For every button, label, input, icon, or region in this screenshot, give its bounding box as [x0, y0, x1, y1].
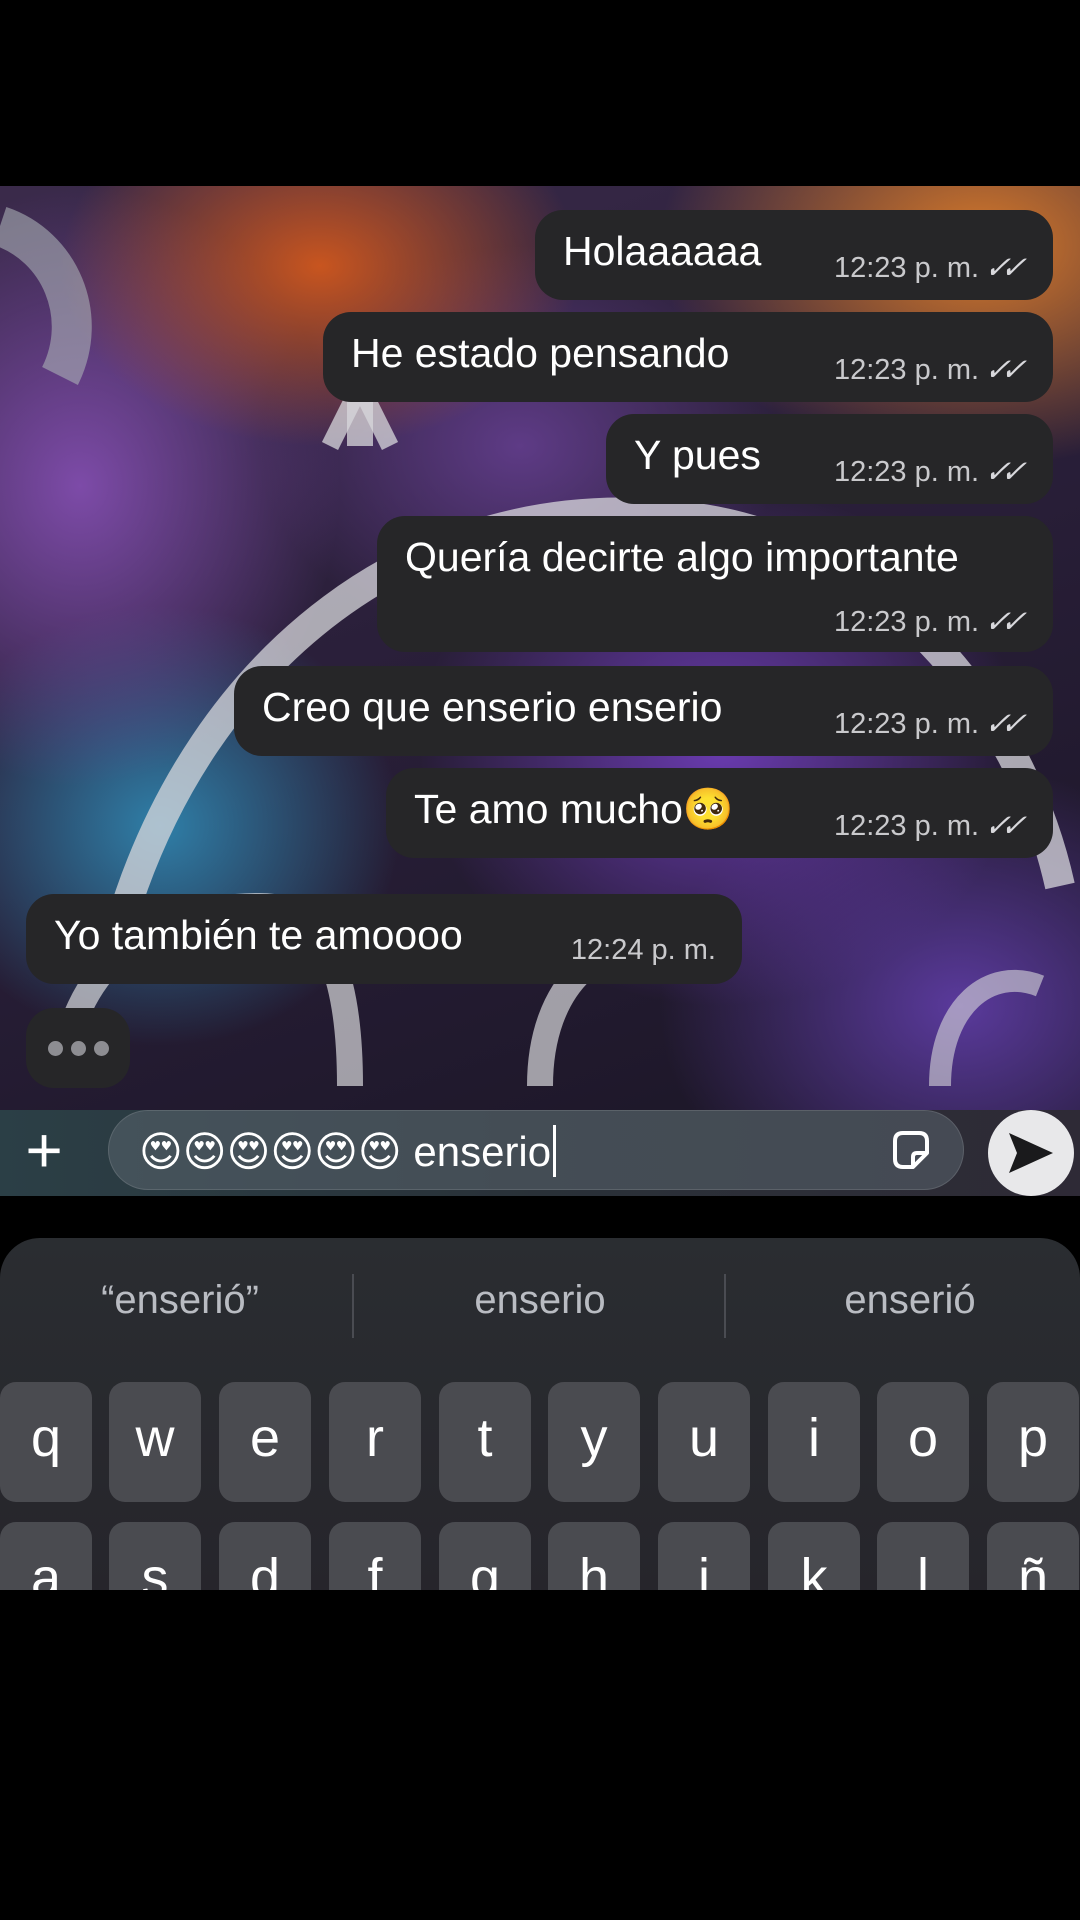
read-receipt-icon: ✓✓: [981, 604, 1025, 639]
composer-bar: + 😍😍😍😍😍😍 enserio: [0, 1110, 1080, 1196]
text-caret: [553, 1125, 557, 1177]
read-receipt-icon: ✓✓: [981, 352, 1025, 387]
suggestion-3[interactable]: enserió: [730, 1278, 1080, 1323]
read-receipt-icon: ✓✓: [981, 250, 1025, 285]
key-r[interactable]: r: [329, 1382, 421, 1502]
key-l[interactable]: l: [877, 1522, 969, 1590]
key-j[interactable]: j: [658, 1522, 750, 1590]
key-k[interactable]: k: [768, 1522, 860, 1590]
outgoing-message[interactable]: Holaaaaaa 12:23 p. m. ✓✓: [535, 210, 1053, 300]
message-text: Quería decirte algo importante: [405, 534, 959, 580]
keyboard: “enserió” enserio enserió q w e r t y u …: [0, 1238, 1080, 1590]
key-t[interactable]: t: [439, 1382, 531, 1502]
message-time: 12:23 p. m.: [833, 353, 980, 386]
message-time: 12:23 p. m.: [833, 707, 980, 740]
message-input-text: 😍😍😍😍😍😍 enserio: [139, 1127, 552, 1175]
message-time: 12:23 p. m.: [833, 605, 980, 638]
key-p[interactable]: p: [987, 1382, 1079, 1502]
outgoing-message[interactable]: Y pues 12:23 p. m. ✓✓: [606, 414, 1053, 504]
key-e[interactable]: e: [219, 1382, 311, 1502]
key-s[interactable]: s: [109, 1522, 201, 1590]
message-text: Yo también te amoooo: [54, 912, 463, 958]
key-o[interactable]: o: [877, 1382, 969, 1502]
typing-dot: [93, 1040, 109, 1056]
key-h[interactable]: h: [548, 1522, 640, 1590]
key-w[interactable]: w: [109, 1382, 201, 1502]
read-receipt-icon: ✓✓: [981, 706, 1025, 741]
typing-dot: [47, 1040, 63, 1056]
message-text: Te amo mucho🥺: [414, 786, 734, 832]
key-d[interactable]: d: [219, 1522, 311, 1590]
send-arrow-icon: [1009, 1133, 1053, 1173]
key-q[interactable]: q: [0, 1382, 92, 1502]
key-y[interactable]: y: [548, 1382, 640, 1502]
read-receipt-icon: ✓✓: [981, 808, 1025, 843]
typing-indicator: [26, 1008, 130, 1088]
outgoing-message[interactable]: Quería decirte algo importante 12:23 p. …: [377, 516, 1053, 652]
message-time: 12:24 p. m.: [570, 934, 716, 966]
message-input[interactable]: 😍😍😍😍😍😍 enserio: [108, 1110, 964, 1190]
message-time: 12:23 p. m.: [833, 455, 980, 488]
outgoing-message[interactable]: Te amo mucho🥺 12:23 p. m. ✓✓: [386, 768, 1053, 858]
message-text: Y pues: [634, 432, 761, 478]
suggestion-divider: [352, 1274, 354, 1338]
suggestion-divider: [724, 1274, 726, 1338]
key-f[interactable]: f: [329, 1522, 421, 1590]
message-text: Creo que enserio enserio: [262, 684, 723, 730]
message-time: 12:23 p. m.: [833, 251, 980, 284]
send-button[interactable]: [988, 1110, 1074, 1196]
incoming-message[interactable]: Yo también te amoooo 12:24 p. m.: [26, 894, 742, 984]
key-u[interactable]: u: [658, 1382, 750, 1502]
key-n-tilde[interactable]: ñ: [987, 1522, 1079, 1590]
key-i[interactable]: i: [768, 1382, 860, 1502]
outgoing-message[interactable]: He estado pensando 12:23 p. m. ✓✓: [323, 312, 1053, 402]
message-text: He estado pensando: [351, 330, 730, 376]
outgoing-message[interactable]: Creo que enserio enserio 12:23 p. m. ✓✓: [234, 666, 1053, 756]
typing-dot: [70, 1040, 86, 1056]
sticker-icon[interactable]: [887, 1127, 935, 1175]
message-text: Holaaaaaa: [563, 228, 762, 274]
message-time: 12:23 p. m.: [833, 809, 980, 842]
key-a[interactable]: a: [0, 1522, 92, 1590]
chat-screen: Holaaaaaa 12:23 p. m. ✓✓ He estado pensan…: [0, 186, 1080, 1590]
suggestion-1[interactable]: “enserió”: [0, 1278, 360, 1323]
attach-plus-button[interactable]: +: [14, 1118, 74, 1182]
suggestion-2[interactable]: enserio: [360, 1278, 720, 1323]
key-g[interactable]: g: [439, 1522, 531, 1590]
read-receipt-icon: ✓✓: [981, 454, 1025, 489]
